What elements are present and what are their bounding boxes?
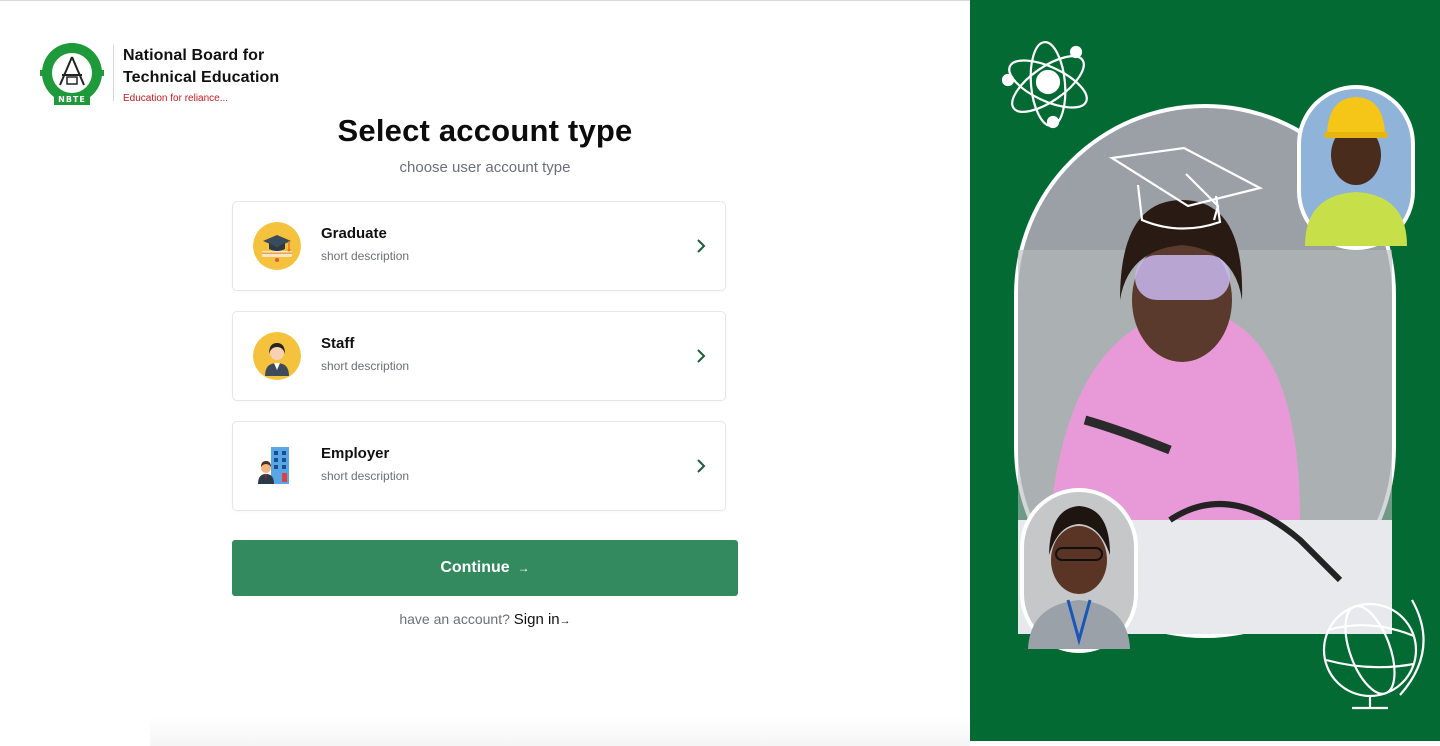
logo-wordmark: National Board for Technical Education E… [123,43,279,104]
globe-icon [1322,599,1425,710]
continue-label: Continue [440,559,510,576]
chevron-right-icon [697,349,706,363]
signin-row: have an account? Sign in→ [232,611,738,628]
illustration-panel [970,0,1440,741]
nbte-logo: NBTE National Board for Technical Educat… [40,43,279,107]
continue-button[interactable]: Continue → [232,540,738,596]
org-name-line-1: National Board for [123,47,265,64]
atom-icon [1001,41,1088,129]
account-type-graduate[interactable]: Graduate short description [232,201,726,291]
account-type-label: Graduate [321,225,387,242]
account-type-staff[interactable]: Staff short description [232,311,726,401]
arrow-right-icon: → [559,615,571,627]
bottom-shade [150,716,970,746]
graduate-photo [1020,488,1138,653]
nbte-emblem-icon: NBTE [40,43,104,105]
chevron-right-icon [697,459,706,473]
org-name-line-2: Technical Education [123,69,280,86]
page-title: Select account type [337,113,633,148]
account-type-label: Staff [321,335,355,352]
account-type-label: Employer [321,445,390,462]
logo-text: NBTE [58,95,86,104]
account-type-employer[interactable]: Employer short description [232,421,726,511]
org-tagline: Education for reliance... [123,93,229,104]
form-panel: NBTE National Board for Technical Educat… [0,0,970,746]
chevron-right-icon [697,239,706,253]
signin-prompt: have an account? [399,611,510,627]
graduate-cap-icon [253,222,301,270]
staff-person-icon [253,332,301,380]
arrow-right-icon: → [517,561,530,575]
hero-illustration [1001,41,1425,710]
page-subtitle: choose user account type [399,159,571,176]
signin-label: Sign in [513,611,560,628]
account-type-description: short description [321,359,410,373]
employer-building-icon [253,442,301,490]
signin-link[interactable]: Sign in→ [514,611,571,628]
account-type-description: short description [321,249,410,263]
logo-divider [113,45,114,101]
worker-photo [1297,85,1415,250]
account-type-description: short description [321,469,410,483]
